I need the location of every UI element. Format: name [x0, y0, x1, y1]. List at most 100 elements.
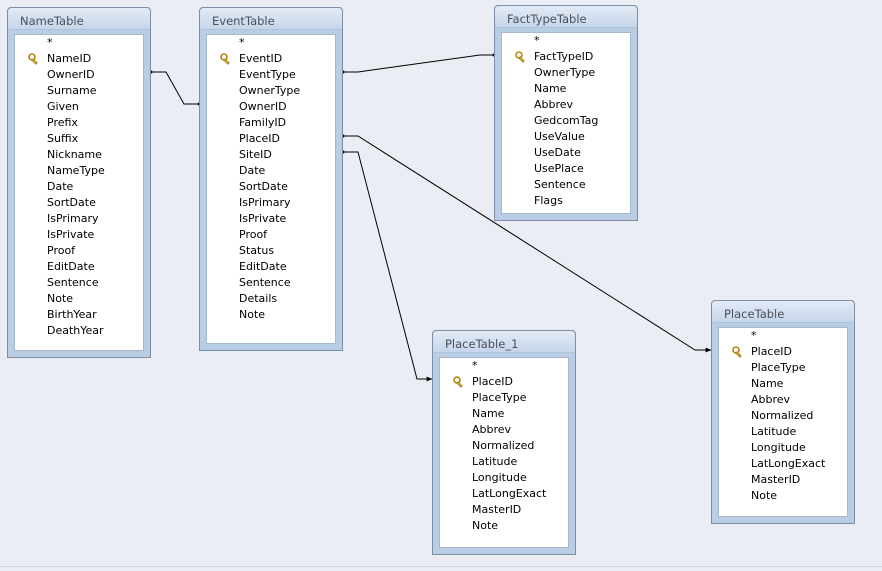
field-row[interactable]: EventType	[207, 67, 335, 83]
field-row[interactable]: Nickname	[15, 147, 143, 163]
field-row[interactable]: LatLongExact	[440, 486, 568, 502]
field-list[interactable]: * EventID EventType OwnerType OwnerID FamilyI…	[206, 34, 336, 344]
field-list[interactable]: * PlaceID PlaceType Name Abbrev Normalized Lat…	[718, 327, 848, 517]
field-all-columns[interactable]: *	[15, 35, 143, 51]
field-row[interactable]: OwnerID	[207, 99, 335, 115]
field-row[interactable]: OwnerType	[207, 83, 335, 99]
field-row[interactable]: Proof	[15, 243, 143, 259]
field-label: Proof	[47, 244, 76, 257]
field-row[interactable]: Flags	[502, 193, 630, 209]
field-row[interactable]: Latitude	[719, 424, 847, 440]
field-list[interactable]: * NameID OwnerID Surname Given Prefix Suffix Ni…	[14, 34, 144, 351]
table-title[interactable]: PlaceTable_1	[433, 331, 575, 353]
field-row[interactable]: Normalized	[440, 438, 568, 454]
field-label: IsPrimary	[47, 212, 99, 225]
field-row[interactable]: Name	[440, 406, 568, 422]
field-row[interactable]: Normalized	[719, 408, 847, 424]
field-row[interactable]: Name	[719, 376, 847, 392]
field-row[interactable]: IsPrimary	[15, 211, 143, 227]
table-title[interactable]: NameTable	[8, 8, 150, 30]
field-row[interactable]: IsPrimary	[207, 195, 335, 211]
field-label: LatLongExact	[751, 457, 826, 470]
field-label: FactTypeID	[534, 50, 594, 63]
field-row[interactable]: Abbrev	[502, 97, 630, 113]
field-row[interactable]: DeathYear	[15, 323, 143, 339]
relationship-line-name-event[interactable]	[151, 71, 199, 105]
field-row[interactable]: Date	[15, 179, 143, 195]
field-row[interactable]: PlaceID	[207, 131, 335, 147]
field-all-columns[interactable]: *	[207, 35, 335, 51]
relationship-line-event-place1[interactable]	[343, 151, 433, 382]
field-row[interactable]: PlaceType	[440, 390, 568, 406]
field-row[interactable]: GedcomTag	[502, 113, 630, 129]
field-row[interactable]: Sentence	[15, 275, 143, 291]
field-label: OwnerType	[534, 66, 596, 79]
field-row[interactable]: Abbrev	[719, 392, 847, 408]
field-label: Sentence	[239, 276, 291, 289]
field-row[interactable]: MasterID	[440, 502, 568, 518]
field-row[interactable]: LatLongExact	[719, 456, 847, 472]
field-row[interactable]: Note	[15, 291, 143, 307]
field-row[interactable]: FamilyID	[207, 115, 335, 131]
field-list[interactable]: * PlaceID PlaceType Name Abbrev Normalized Lat…	[439, 357, 569, 548]
field-row[interactable]: Abbrev	[440, 422, 568, 438]
field-row[interactable]: MasterID	[719, 472, 847, 488]
field-row[interactable]: Longitude	[719, 440, 847, 456]
field-row[interactable]: Name	[502, 81, 630, 97]
field-row[interactable]: Proof	[207, 227, 335, 243]
field-row[interactable]: Sentence	[207, 275, 335, 291]
key-icon	[220, 53, 232, 65]
field-row[interactable]: Details	[207, 291, 335, 307]
field-row[interactable]: SiteID	[207, 147, 335, 163]
field-row[interactable]: Sentence	[502, 177, 630, 193]
field-row[interactable]: UseValue	[502, 129, 630, 145]
field-row[interactable]: Prefix	[15, 115, 143, 131]
field-row[interactable]: Surname	[15, 83, 143, 99]
field-all-columns[interactable]: *	[719, 328, 847, 344]
field-label: FamilyID	[239, 116, 287, 129]
field-label: Longitude	[751, 441, 806, 454]
relationship-line-event-facttype[interactable]	[343, 54, 494, 73]
field-row[interactable]: BirthYear	[15, 307, 143, 323]
table-event[interactable]: EventTable * EventID EventType OwnerType Own…	[199, 7, 343, 351]
field-row[interactable]: Status	[207, 243, 335, 259]
field-row[interactable]: SortDate	[15, 195, 143, 211]
field-label: BirthYear	[47, 308, 97, 321]
table-place1[interactable]: PlaceTable_1 * PlaceID PlaceType Name Abbrev…	[432, 330, 576, 555]
field-row[interactable]: PlaceID	[719, 344, 847, 360]
table-title[interactable]: PlaceTable	[712, 301, 854, 323]
field-row[interactable]: NameID	[15, 51, 143, 67]
field-list[interactable]: * FactTypeID OwnerType Name Abbrev GedcomTag U…	[501, 32, 631, 214]
field-row[interactable]: EditDate	[15, 259, 143, 275]
table-title[interactable]: FactTypeTable	[495, 6, 637, 28]
table-facttype[interactable]: FactTypeTable * FactTypeID OwnerType Name Ab…	[494, 5, 638, 221]
field-row[interactable]: OwnerID	[15, 67, 143, 83]
field-row[interactable]: Note	[440, 518, 568, 534]
field-row[interactable]: NameType	[15, 163, 143, 179]
field-row[interactable]: EditDate	[207, 259, 335, 275]
field-row[interactable]: Suffix	[15, 131, 143, 147]
field-row[interactable]: OwnerType	[502, 65, 630, 81]
field-row[interactable]: EventID	[207, 51, 335, 67]
field-label: Prefix	[47, 116, 78, 129]
field-row[interactable]: IsPrivate	[207, 211, 335, 227]
field-row[interactable]: Longitude	[440, 470, 568, 486]
field-label: SortDate	[47, 196, 96, 209]
field-row[interactable]: IsPrivate	[15, 227, 143, 243]
table-place[interactable]: PlaceTable * PlaceID PlaceType Name Abbrev No…	[711, 300, 855, 524]
field-row[interactable]: Date	[207, 163, 335, 179]
field-row[interactable]: Given	[15, 99, 143, 115]
table-name[interactable]: NameTable * NameID OwnerID Surname Given Pref…	[7, 7, 151, 358]
table-title[interactable]: EventTable	[200, 8, 342, 30]
field-all-columns[interactable]: *	[440, 358, 568, 374]
field-row[interactable]: SortDate	[207, 179, 335, 195]
field-row[interactable]: FactTypeID	[502, 49, 630, 65]
field-row[interactable]: PlaceType	[719, 360, 847, 376]
field-row[interactable]: UseDate	[502, 145, 630, 161]
field-row[interactable]: Note	[719, 488, 847, 504]
field-row[interactable]: PlaceID	[440, 374, 568, 390]
field-row[interactable]: Latitude	[440, 454, 568, 470]
field-row[interactable]: Note	[207, 307, 335, 323]
field-row[interactable]: UsePlace	[502, 161, 630, 177]
field-all-columns[interactable]: *	[502, 33, 630, 49]
